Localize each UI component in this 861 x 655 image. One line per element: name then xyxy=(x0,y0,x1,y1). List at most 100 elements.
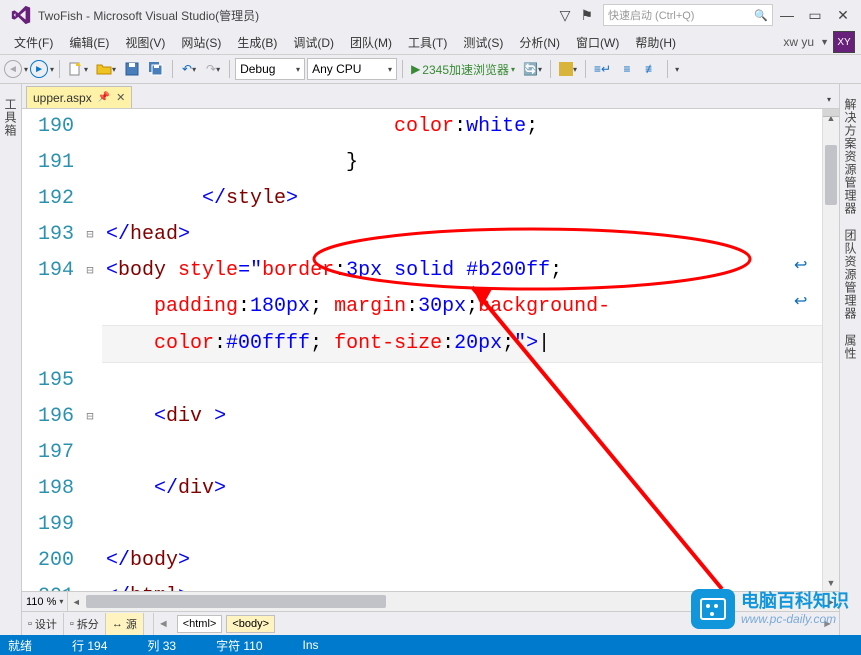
menu-team[interactable]: 团队(M) xyxy=(342,32,400,53)
code-line[interactable]: 193⊟</head> xyxy=(22,217,822,253)
nav-forward-button[interactable]: ► xyxy=(30,60,48,78)
code-text[interactable]: </div> xyxy=(102,471,822,507)
minimize-button[interactable]: — xyxy=(773,4,801,26)
maximize-button[interactable]: ▭ xyxy=(801,4,829,26)
smart-tag-icon[interactable]: ↩ xyxy=(794,255,814,271)
view-split-button[interactable]: ▫ 拆分 xyxy=(64,613,106,635)
code-line[interactable]: 195 xyxy=(22,363,822,399)
code-line[interactable]: color:#00ffff; font-size:20px;">| xyxy=(22,325,822,363)
new-item-button[interactable]: ▾ xyxy=(556,58,580,80)
nav-forward-dropdown[interactable]: ▾ xyxy=(50,65,54,74)
fold-toggle-icon[interactable]: ⊟ xyxy=(84,399,96,435)
document-tab-strip: upper.aspx 📌 ✕ ▾ xyxy=(22,84,839,108)
new-file-button[interactable]: ▾ xyxy=(65,58,91,80)
scroll-left-icon[interactable]: ◄ xyxy=(68,592,84,611)
user-name-label[interactable]: xw yu xyxy=(777,35,820,49)
text-newline-button[interactable]: ≡↵ xyxy=(591,58,614,80)
undo-button[interactable]: ↶▾ xyxy=(178,58,200,80)
platform-value: Any CPU xyxy=(312,62,361,76)
comment-button[interactable]: ≡ xyxy=(616,58,638,80)
code-line[interactable]: 190 color:white; xyxy=(22,109,822,145)
menu-window[interactable]: 窗口(W) xyxy=(568,32,627,53)
breadcrumb-html[interactable]: <html> xyxy=(177,615,223,633)
code-text[interactable]: color:#00ffff; font-size:20px;">| xyxy=(102,325,822,363)
left-sidebar-toolbox[interactable]: 工具箱 xyxy=(0,84,22,635)
config-dropdown[interactable]: Debug▾ xyxy=(235,58,305,80)
fold-toggle-icon[interactable]: ⊟ xyxy=(84,253,96,289)
code-text[interactable]: color:white; xyxy=(102,109,822,145)
code-line[interactable]: 200</body> xyxy=(22,543,822,579)
code-text[interactable]: </style> xyxy=(102,181,822,217)
menu-help[interactable]: 帮助(H) xyxy=(627,32,684,53)
pin-icon[interactable]: 📌 xyxy=(98,92,110,103)
user-dropdown-icon[interactable]: ▼ xyxy=(820,37,833,47)
smart-tag-icon[interactable]: ↩ xyxy=(794,291,814,307)
config-value: Debug xyxy=(240,62,275,76)
split-handle[interactable] xyxy=(823,109,839,117)
status-line: 行 194 xyxy=(72,637,107,654)
view-design-button[interactable]: ▫ 设计 xyxy=(22,613,64,635)
code-line[interactable]: 194⊟<body style="border:3px solid #b200f… xyxy=(22,253,822,289)
tab-overflow-dropdown[interactable]: ▾ xyxy=(819,91,839,108)
code-line[interactable]: 198 </div> xyxy=(22,471,822,507)
feedback-icon[interactable]: ⚑ xyxy=(580,7,593,24)
tab-upper-aspx[interactable]: upper.aspx 📌 ✕ xyxy=(26,86,132,108)
platform-dropdown[interactable]: Any CPU▾ xyxy=(307,58,397,80)
code-text[interactable]: </body> xyxy=(102,543,822,579)
hscroll-thumb[interactable] xyxy=(86,595,386,608)
menu-website[interactable]: 网站(S) xyxy=(173,32,229,53)
open-file-button[interactable]: ▾ xyxy=(93,58,119,80)
tab-close-icon[interactable]: ✕ xyxy=(116,91,125,104)
browser-link-button[interactable]: 🔄▾ xyxy=(520,58,545,80)
menu-build[interactable]: 生成(B) xyxy=(229,32,285,53)
close-button[interactable]: ✕ xyxy=(829,4,857,26)
code-text[interactable]: padding:180px; margin:30px;background- xyxy=(102,289,822,325)
code-editor[interactable]: 190 color:white;191 }192 </style>193⊟</h… xyxy=(22,108,839,591)
run-button[interactable]: ▶2345加速浏览器▾ xyxy=(408,58,518,80)
vertical-scrollbar[interactable]: ▲ ▼ xyxy=(822,109,839,591)
breadcrumb-body[interactable]: <body> xyxy=(226,615,275,633)
code-line[interactable]: 199 xyxy=(22,507,822,543)
code-line[interactable]: 191 } xyxy=(22,145,822,181)
toolbar-overflow[interactable]: ▾ xyxy=(675,65,679,74)
menu-debug[interactable]: 调试(D) xyxy=(285,32,342,53)
breadcrumb-left-icon[interactable]: ◄ xyxy=(154,618,173,630)
code-text[interactable]: </head> xyxy=(102,217,822,253)
menu-bar: 文件(F) 编辑(E) 视图(V) 网站(S) 生成(B) 调试(D) 团队(M… xyxy=(0,30,861,54)
menu-edit[interactable]: 编辑(E) xyxy=(61,32,117,53)
user-avatar-badge[interactable]: XY xyxy=(833,31,855,53)
code-text[interactable]: <body style="border:3px solid #b200ff; xyxy=(102,253,822,289)
menu-analyze[interactable]: 分析(N) xyxy=(511,32,568,53)
code-line[interactable]: padding:180px; margin:30px;background- xyxy=(22,289,822,325)
code-text[interactable] xyxy=(102,363,822,399)
menu-view[interactable]: 视图(V) xyxy=(117,32,173,53)
view-source-button[interactable]: ↔ 源 xyxy=(106,613,144,635)
menu-file[interactable]: 文件(F) xyxy=(6,32,61,53)
scroll-thumb[interactable] xyxy=(825,145,837,205)
save-button[interactable] xyxy=(121,58,143,80)
code-line[interactable]: 196⊟ <div > xyxy=(22,399,822,435)
uncomment-button[interactable]: ≢ xyxy=(640,58,662,80)
toolbox-label: 工具箱 xyxy=(2,98,19,137)
menu-test[interactable]: 测试(S) xyxy=(455,32,511,53)
quick-launch-placeholder: 快速启动 (Ctrl+Q) xyxy=(608,7,694,23)
properties-label: 属性 xyxy=(842,334,859,360)
code-text[interactable]: } xyxy=(102,145,822,181)
code-text[interactable] xyxy=(102,435,822,471)
right-sidebar-solution[interactable]: 解决方案资源管理器团队资源管理器属性 xyxy=(839,84,861,635)
save-all-button[interactable] xyxy=(145,58,167,80)
redo-button[interactable]: ↷▾ xyxy=(202,58,224,80)
code-line[interactable]: 197 xyxy=(22,435,822,471)
zoom-dropdown[interactable]: 110 %▾ xyxy=(22,592,68,611)
code-line[interactable]: 192 </style> xyxy=(22,181,822,217)
fold-toggle-icon[interactable]: ⊟ xyxy=(84,217,96,253)
notify-dropdown-icon[interactable]: ▽ xyxy=(560,7,571,24)
status-char: 字符 110 xyxy=(216,637,262,654)
code-text[interactable] xyxy=(102,507,822,543)
nav-back-button[interactable]: ◄ xyxy=(4,60,22,78)
code-text[interactable]: <div > xyxy=(102,399,822,435)
line-number: 193 xyxy=(22,217,84,253)
menu-tools[interactable]: 工具(T) xyxy=(400,32,455,53)
quick-launch-input[interactable]: 快速启动 (Ctrl+Q) 🔍 xyxy=(603,4,773,26)
nav-back-dropdown[interactable]: ▾ xyxy=(24,65,28,74)
